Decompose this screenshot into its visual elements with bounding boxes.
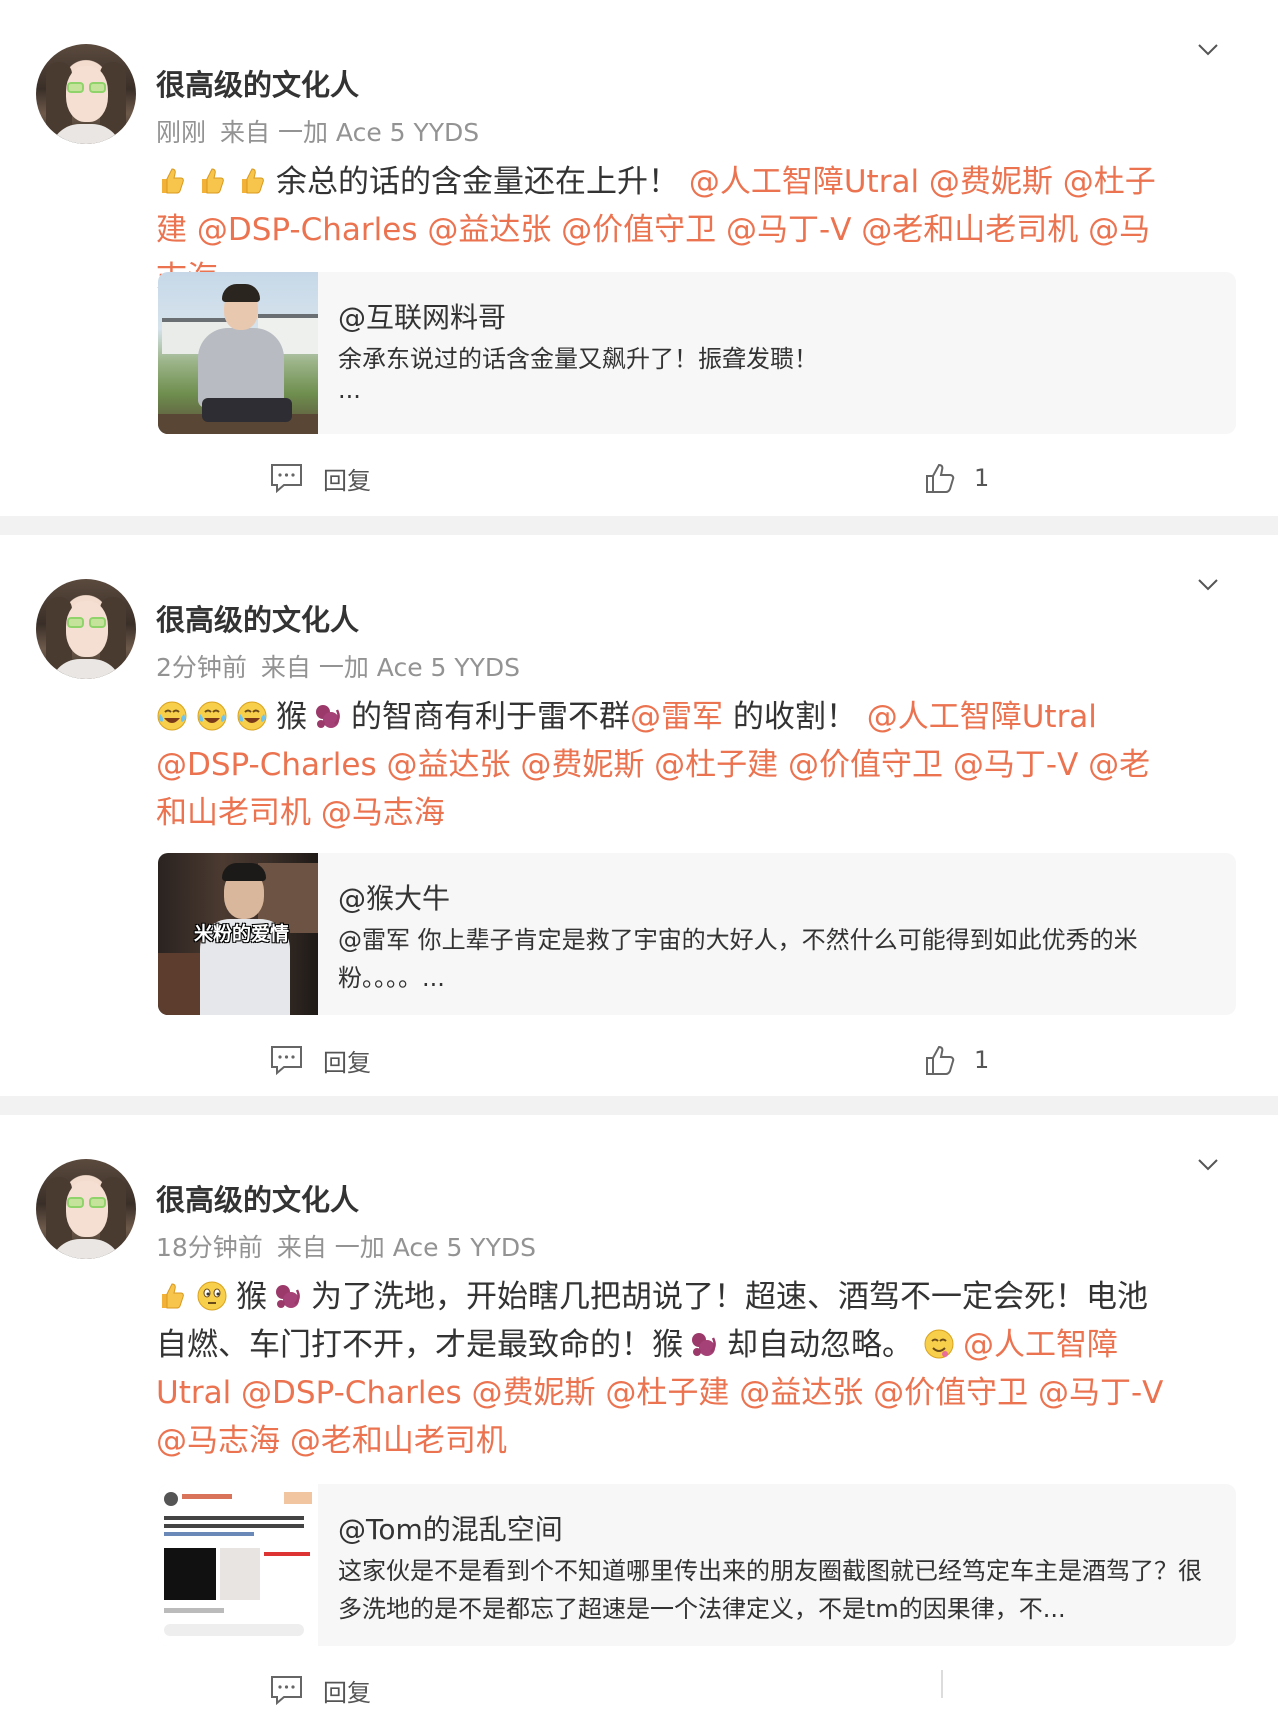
laugh-cry-icon bbox=[237, 701, 267, 731]
monkey-icon bbox=[316, 705, 340, 728]
comment-body: 的智商有利于雷不群 bbox=[351, 699, 630, 735]
source-device: 来自 一加 Ace 5 YYDS bbox=[276, 1233, 536, 1262]
quoted-post[interactable]: @Tom的混乱空间 这家伙是不是看到个不知道哪里传出来的朋友圈截图就已经笃定车主… bbox=[158, 1484, 1236, 1646]
comment-text: 猴为了洗地，开始瞎几把胡说了！超速、酒驾不一定会死！电池自燃、车门打不开，才是最… bbox=[156, 1273, 1166, 1465]
comment-text: 猴的智商有利于雷不群@雷军 的收割！ @人工智障Utral @DSP-Charl… bbox=[156, 693, 1166, 837]
quote-text: 余承东说过的话含金量又飙升了！振聋发聩！ bbox=[338, 345, 818, 373]
reply-button[interactable]: 回复 bbox=[270, 1040, 371, 1080]
thumbs-up-icon bbox=[162, 1283, 184, 1309]
thumbs-up-outline-icon bbox=[926, 1045, 955, 1075]
quote-thumbnail bbox=[158, 1484, 318, 1646]
thinking-face-icon bbox=[197, 1281, 227, 1311]
comment-body: 余总的话的含金量还在上升！ bbox=[276, 164, 679, 200]
drooling-face-icon bbox=[924, 1329, 954, 1359]
quote-text: @雷军 你上辈子肯定是救了宇宙的大好人，不然什么可能得到如此优秀的米粉。。。。.… bbox=[338, 926, 1138, 992]
post-meta: 2分钟前 来自 一加 Ace 5 YYDS bbox=[156, 648, 520, 684]
quote-author[interactable]: @猴大牛 bbox=[338, 877, 450, 917]
quote-author[interactable]: @互联网料哥 bbox=[338, 296, 506, 336]
quoted-post[interactable]: @互联网料哥 余承东说过的话含金量又飙升了！振聋发聩！ ... bbox=[158, 272, 1236, 434]
laugh-cry-icon bbox=[157, 701, 187, 731]
like-separator bbox=[941, 1670, 943, 1698]
username[interactable]: 很高级的文化人 bbox=[156, 62, 359, 104]
thumbs-up-icon bbox=[202, 168, 224, 194]
comment-icon bbox=[271, 1046, 302, 1075]
comment-body: 猴 bbox=[236, 1279, 267, 1315]
quote-thumbnail bbox=[158, 272, 318, 434]
comment-card: 很高级的文化人 18分钟前 来自 一加 Ace 5 YYDS 猴为了洗地，开始瞎几… bbox=[0, 1115, 1278, 1726]
thumbs-up-icon bbox=[162, 168, 184, 194]
reply-label: 回复 bbox=[323, 1048, 371, 1077]
thumbs-up-icon bbox=[242, 168, 264, 194]
timestamp: 刚刚 bbox=[156, 118, 207, 147]
username[interactable]: 很高级的文化人 bbox=[156, 597, 359, 639]
quote-ellipsis: ... bbox=[338, 376, 361, 404]
username[interactable]: 很高级的文化人 bbox=[156, 1177, 359, 1219]
post-meta: 18分钟前 来自 一加 Ace 5 YYDS bbox=[156, 1228, 536, 1264]
monkey-icon bbox=[276, 1285, 300, 1308]
thumbs-up-outline-icon bbox=[926, 463, 955, 493]
action-bar: 回复 bbox=[0, 1670, 1278, 1710]
like-count: 1 bbox=[974, 464, 990, 492]
avatar[interactable] bbox=[36, 44, 136, 144]
action-bar: 回复 1 bbox=[0, 1040, 1278, 1080]
laugh-cry-icon bbox=[197, 701, 227, 731]
post-meta: 刚刚 来自 一加 Ace 5 YYDS bbox=[156, 113, 479, 149]
comment-feed: 很高级的文化人 刚刚 来自 一加 Ace 5 YYDS 余总的话的含金量还在上升！… bbox=[0, 0, 1278, 1726]
action-bar: 回复 1 bbox=[0, 458, 1278, 498]
chevron-down-icon[interactable] bbox=[1196, 38, 1220, 62]
like-button[interactable]: 1 bbox=[924, 1040, 989, 1080]
timestamp: 2分钟前 bbox=[156, 653, 247, 682]
comment-card: 很高级的文化人 2分钟前 来自 一加 Ace 5 YYDS 猴的智商有利于雷不群@… bbox=[0, 535, 1278, 1096]
mention-inline[interactable]: @雷军 bbox=[630, 699, 723, 735]
reply-button[interactable]: 回复 bbox=[270, 1670, 371, 1710]
reply-button[interactable]: 回复 bbox=[270, 458, 371, 498]
quote-text: 这家伙是不是看到个不知道哪里传出来的朋友圈截图就已经笃定车主是酒驾了？很多洗地的… bbox=[338, 1557, 1202, 1623]
avatar[interactable] bbox=[36, 1159, 136, 1259]
chevron-down-icon[interactable] bbox=[1196, 573, 1220, 597]
timestamp: 18分钟前 bbox=[156, 1233, 263, 1262]
comment-icon bbox=[271, 464, 302, 493]
thumbnail-caption: 米粉的爱情 bbox=[194, 923, 290, 945]
reply-label: 回复 bbox=[323, 1678, 371, 1707]
source-device: 来自 一加 Ace 5 YYDS bbox=[220, 118, 480, 147]
comment-icon bbox=[271, 1676, 302, 1705]
quote-author[interactable]: @Tom的混乱空间 bbox=[338, 1508, 563, 1548]
quote-thumbnail: 米粉的爱情 bbox=[158, 853, 318, 1015]
quoted-post[interactable]: 米粉的爱情 @猴大牛 @雷军 你上辈子肯定是救了宇宙的大好人，不然什么可能得到如… bbox=[158, 853, 1236, 1015]
like-count: 1 bbox=[974, 1046, 990, 1074]
comment-body: 的收割！ bbox=[723, 699, 867, 735]
reply-label: 回复 bbox=[323, 466, 371, 495]
comment-body: 却自动忽略。 bbox=[727, 1327, 913, 1363]
source-device: 来自 一加 Ace 5 YYDS bbox=[260, 653, 521, 682]
like-button[interactable]: 1 bbox=[924, 458, 989, 498]
avatar[interactable] bbox=[36, 579, 136, 679]
comment-card: 很高级的文化人 刚刚 来自 一加 Ace 5 YYDS 余总的话的含金量还在上升！… bbox=[0, 0, 1278, 516]
monkey-icon bbox=[692, 1333, 716, 1356]
chevron-down-icon[interactable] bbox=[1196, 1153, 1220, 1177]
comment-body: 猴 bbox=[276, 699, 307, 735]
